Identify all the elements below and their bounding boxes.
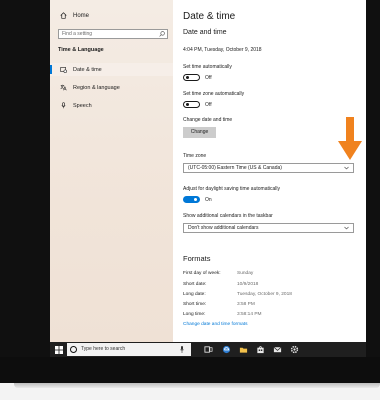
format-value: 3:58 PM [237,302,255,307]
cortana-icon [70,346,77,353]
sidebar-item-home[interactable]: Home [60,12,89,19]
format-value: 3:58:14 PM [237,312,262,317]
additional-calendars-dropdown[interactable]: Don't show additional calendars [183,223,354,233]
sidebar-item-date-time[interactable]: Date & time [50,63,173,76]
chevron-down-icon [344,166,349,170]
orange-arrow-indicator [338,117,362,160]
device-base-edge [14,383,380,388]
format-value: Sunday [237,271,254,276]
change-formats-link[interactable]: Change date and time formats [183,322,248,327]
format-key: Long time: [183,312,206,317]
microphone-icon[interactable] [180,346,184,353]
device-bezel-left [0,0,50,383]
daylight-saving-label: Adjust for daylight saving time automati… [183,186,280,192]
format-key: Short time: [183,302,207,307]
device-bezel-right [366,0,380,383]
set-timezone-auto-toggle[interactable] [183,101,200,108]
format-key: Short date: [183,282,207,287]
settings-search-input[interactable]: Find a setting [58,29,168,39]
additional-calendars-label: Show additional calendars in the taskbar [183,213,273,219]
taskbar-search-placeholder: Type here to search [81,346,126,352]
settings-sidebar: Home Find a setting Time & Language Date… [50,0,173,342]
settings-content: Date & time Date and time 4:04 PM, Tuesd… [173,0,366,342]
set-time-auto-toggle[interactable] [183,74,200,81]
additional-calendars-value: Don't show additional calendars [188,225,259,231]
device-bezel-bottom [0,357,380,383]
windows-taskbar: Type here to search [50,342,366,357]
current-datetime: 4:04 PM, Tuesday, October 9, 2018 [183,47,262,53]
daylight-saving-state: On [205,197,212,203]
set-time-auto-state: Off [205,75,212,81]
toggle-knob [186,76,189,79]
mail-icon[interactable] [273,345,282,354]
settings-window: Home Find a setting Time & Language Date… [50,0,366,342]
chevron-down-icon [344,226,349,230]
sidebar-home-label: Home [73,12,90,19]
format-value: Tuesday, October 9, 2018 [237,292,292,297]
store-icon[interactable] [256,345,265,354]
time-zone-dropdown[interactable]: (UTC-05:00) Eastern Time (US & Canada) [183,163,354,173]
microphone-icon [61,102,66,109]
task-view-icon[interactable] [204,345,213,354]
sidebar-item-label: Speech [73,102,92,109]
time-zone-value: (UTC-05:00) Eastern Time (US & Canada) [188,165,282,171]
set-time-auto-label: Set time automatically [183,64,232,70]
edge-browser-icon[interactable] [222,345,231,354]
sidebar-item-speech[interactable]: Speech [50,99,173,112]
toggle-knob [186,103,189,106]
taskbar-search-box[interactable]: Type here to search [67,343,191,356]
format-value: 10/9/2018 [237,282,259,287]
sidebar-section-title: Time & Language [58,47,104,53]
settings-search-placeholder: Find a setting [62,31,93,37]
language-icon [60,84,67,91]
windows-start-icon[interactable] [55,346,63,354]
settings-gear-icon[interactable] [290,345,299,354]
calendar-clock-icon [60,67,67,73]
page-title: Date & time [183,11,236,22]
format-key: First day of week: [183,271,221,276]
format-key: Long date: [183,292,206,297]
set-timezone-auto-state: Off [205,102,212,108]
sidebar-item-region-language[interactable]: Region & language [50,81,173,94]
time-zone-label: Time zone [183,153,207,159]
set-timezone-auto-label: Set time zone automatically [183,91,245,97]
formats-heading: Formats [183,254,211,263]
toggle-knob [194,198,197,201]
daylight-saving-toggle[interactable] [183,196,200,203]
change-datetime-label: Change date and time [183,117,233,123]
sidebar-item-label: Region & language [73,84,120,91]
change-datetime-button[interactable]: Change [183,127,216,138]
search-icon[interactable] [159,31,165,37]
section-heading-date-time: Date and time [183,29,227,36]
sidebar-item-label: Date & time [73,66,102,73]
file-explorer-icon[interactable] [239,345,248,354]
home-icon [60,12,67,19]
